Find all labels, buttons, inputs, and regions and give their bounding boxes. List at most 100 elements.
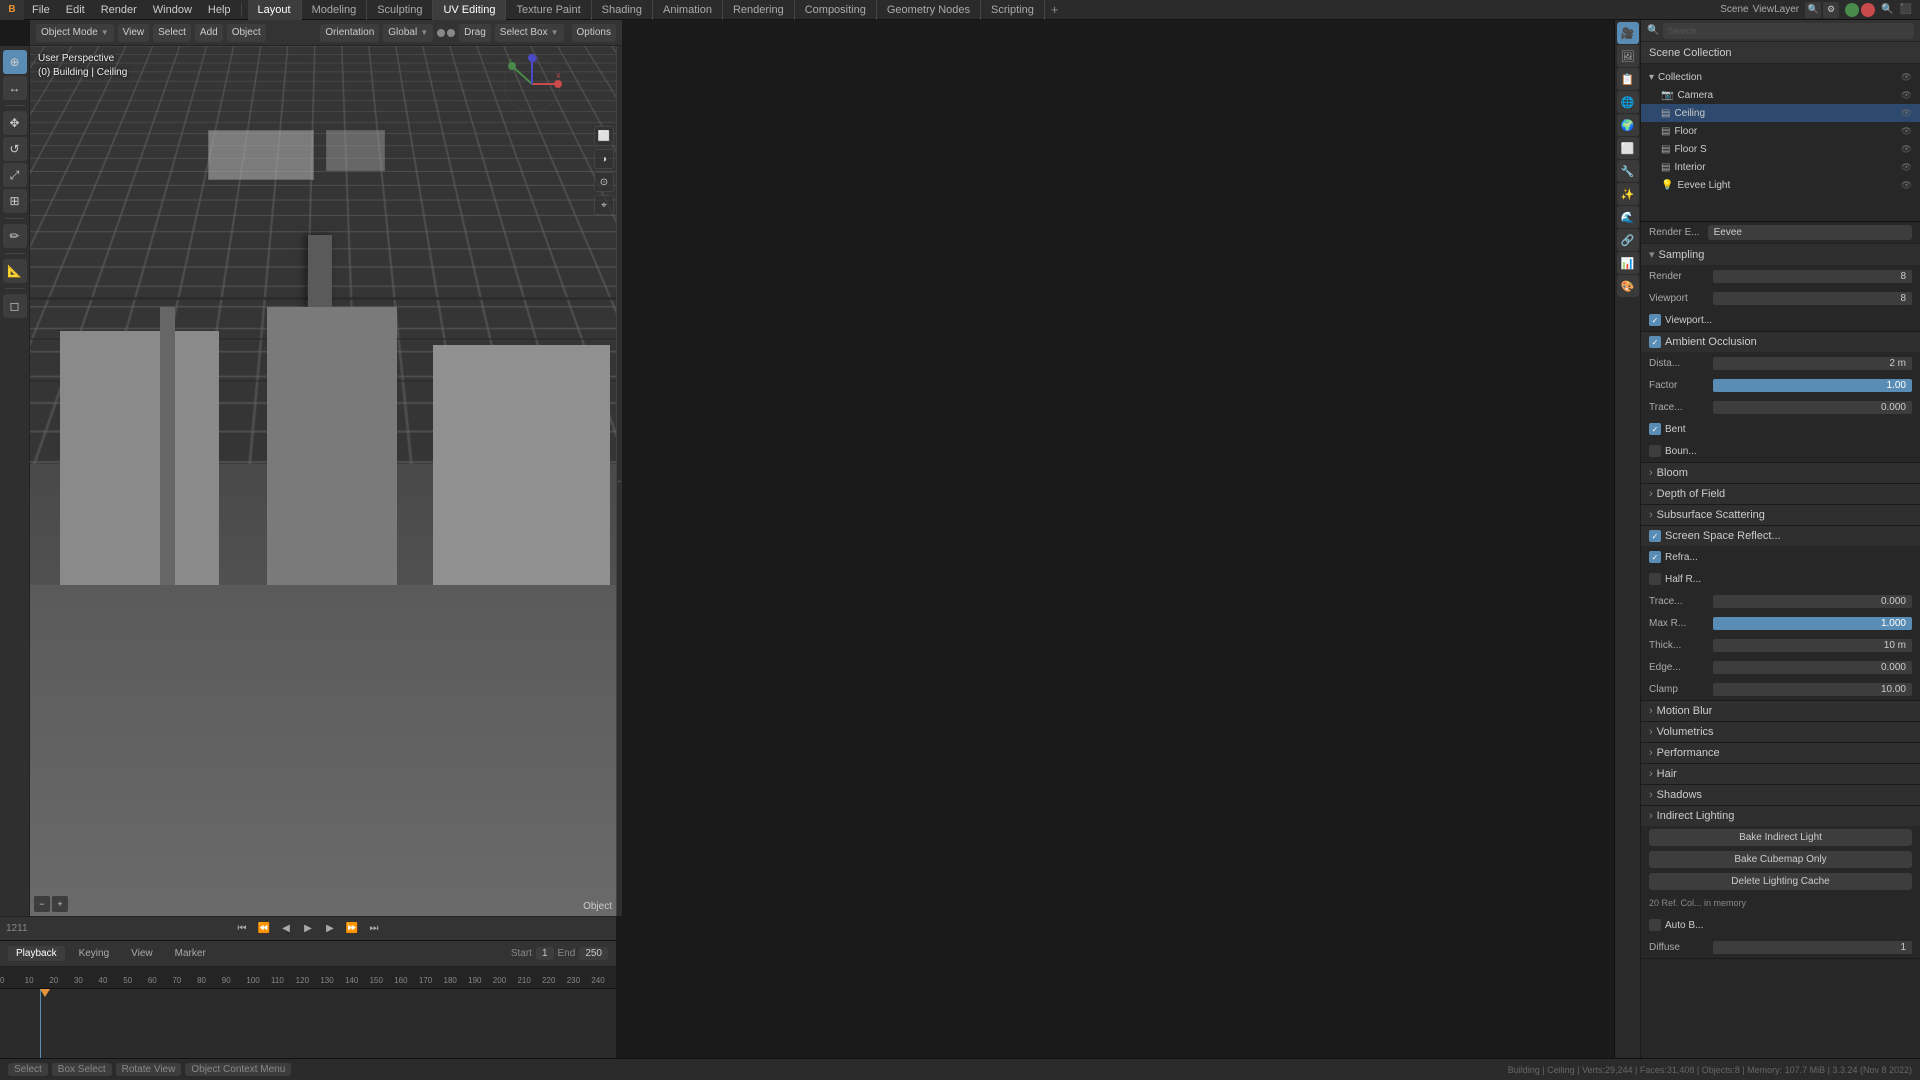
tab-animation[interactable]: Animation: [653, 0, 723, 20]
viewport-gizmo-toggle[interactable]: ⌖: [594, 195, 614, 215]
tab-rendering[interactable]: Rendering: [723, 0, 795, 20]
tool-cursor[interactable]: ⊕: [3, 50, 27, 74]
tool-annotate[interactable]: ✏: [3, 224, 27, 248]
ssr-thick-value[interactable]: 10 m: [1713, 639, 1912, 652]
timeline-tab-playback[interactable]: Playback: [8, 946, 65, 961]
properties-search[interactable]: Search: [1663, 23, 1914, 39]
outliner-item-floor[interactable]: ▤ Floor 👁: [1641, 122, 1920, 140]
menu-edit[interactable]: Edit: [58, 0, 93, 20]
bloom-header[interactable]: › Bloom: [1641, 463, 1920, 483]
status-box-select-btn[interactable]: Box Select: [52, 1063, 112, 1076]
sampling-render-value[interactable]: 8: [1713, 270, 1912, 283]
view-menu-btn[interactable]: View: [118, 24, 150, 42]
outliner-item-interior[interactable]: ▤ Interior 👁: [1641, 158, 1920, 176]
topright-btn-1[interactable]: 🔍: [1805, 2, 1821, 18]
shadows-header[interactable]: › Shadows: [1641, 785, 1920, 805]
ao-bent-checkbox[interactable]: ✓: [1649, 423, 1661, 435]
outliner-item-ceiling[interactable]: ▤ Ceiling 👁: [1641, 104, 1920, 122]
jump-to-end-btn[interactable]: ⏭: [364, 920, 384, 938]
bake-cubemap-btn[interactable]: Bake Cubemap Only: [1649, 851, 1912, 868]
ssr-refraction-checkbox[interactable]: ✓: [1649, 551, 1661, 563]
menu-file[interactable]: File: [24, 0, 58, 20]
ao-trace-value[interactable]: 0.000: [1713, 401, 1912, 414]
outliner-item-floors[interactable]: ▤ Floor S 👁: [1641, 140, 1920, 158]
end-frame-input[interactable]: 250: [579, 947, 608, 960]
outliner-vis-toggle-7[interactable]: 👁: [1901, 180, 1912, 191]
ssr-maxr-value[interactable]: 1.000: [1713, 617, 1912, 630]
step-forward-btn[interactable]: ▶: [320, 920, 340, 938]
outliner-item-collection[interactable]: ▾ Collection 👁: [1641, 68, 1920, 86]
play-btn[interactable]: ▶: [298, 920, 318, 938]
timeline-tab-keying[interactable]: Keying: [71, 946, 118, 961]
sampling-viewport-value[interactable]: 8: [1713, 292, 1912, 305]
prop-tab-modifier[interactable]: 🔧: [1617, 160, 1639, 182]
tab-uv-editing[interactable]: UV Editing: [433, 0, 506, 20]
n-panel-edge[interactable]: ‹: [616, 46, 622, 916]
tab-shading[interactable]: Shading: [592, 0, 653, 20]
tab-compositing[interactable]: Compositing: [795, 0, 877, 20]
prop-tab-material[interactable]: 🎨: [1617, 275, 1639, 297]
ao-distance-value[interactable]: 2 m: [1713, 357, 1912, 370]
viewport-shading-solid[interactable]: ⬜: [594, 126, 614, 146]
menu-window[interactable]: Window: [145, 0, 200, 20]
tool-transform[interactable]: ⊞: [3, 189, 27, 213]
object-mode-dropdown[interactable]: Object Mode ▼: [36, 24, 114, 42]
prop-tab-render[interactable]: 🎥: [1617, 22, 1639, 44]
bake-indirect-btn[interactable]: Bake Indirect Light: [1649, 829, 1912, 846]
timeline-tab-marker[interactable]: Marker: [167, 946, 214, 961]
outliner-vis-toggle-3[interactable]: 👁: [1901, 108, 1912, 119]
add-menu-btn[interactable]: Add: [195, 24, 223, 42]
tab-modeling[interactable]: Modeling: [302, 0, 368, 20]
menu-help[interactable]: Help: [200, 0, 239, 20]
prop-tab-world[interactable]: 🌍: [1617, 114, 1639, 136]
3d-viewport[interactable]: User Perspective (0) Building | Ceiling …: [30, 46, 622, 916]
tool-add[interactable]: ◻: [3, 294, 27, 318]
tab-geometry-nodes[interactable]: Geometry Nodes: [877, 0, 981, 20]
hair-header[interactable]: › Hair: [1641, 764, 1920, 784]
viewport-shading-material[interactable]: ◑: [594, 149, 614, 169]
tab-add-button[interactable]: +: [1045, 2, 1065, 17]
jump-to-start-btn[interactable]: ⏮: [232, 920, 252, 938]
step-back-btn[interactable]: ◀: [276, 920, 296, 938]
topright-btn-2[interactable]: ⚙: [1823, 2, 1839, 18]
drag-btn[interactable]: Drag: [459, 24, 491, 42]
prop-tab-data[interactable]: 📊: [1617, 252, 1639, 274]
start-frame-input[interactable]: 1: [536, 947, 554, 960]
timeline-tab-view[interactable]: View: [123, 946, 161, 961]
outliner-vis-toggle-6[interactable]: 👁: [1901, 162, 1912, 173]
status-object-context-btn[interactable]: Object Context Menu: [185, 1063, 291, 1076]
viewport-denoise-checkbox[interactable]: ✓: [1649, 314, 1661, 326]
ssr-checkbox[interactable]: ✓: [1649, 530, 1661, 542]
prop-tab-scene[interactable]: 🌐: [1617, 91, 1639, 113]
ssr-halfres-checkbox[interactable]: [1649, 573, 1661, 585]
dof-header[interactable]: › Depth of Field: [1641, 484, 1920, 504]
prop-tab-output[interactable]: 🖼: [1617, 45, 1639, 67]
motionblur-header[interactable]: › Motion Blur: [1641, 701, 1920, 721]
indirect-lighting-header[interactable]: › Indirect Lighting: [1641, 806, 1920, 826]
jump-next-keyframe-btn[interactable]: ⏩: [342, 920, 362, 938]
prop-tab-constraints[interactable]: 🔗: [1617, 229, 1639, 251]
ssr-header[interactable]: ✓ Screen Space Reflect...: [1641, 526, 1920, 546]
outliner-vis-toggle-5[interactable]: 👁: [1901, 144, 1912, 155]
ssr-trace-value[interactable]: 0.000: [1713, 595, 1912, 608]
viewport-orientation-gizmo[interactable]: X Y Z: [502, 54, 562, 114]
prop-tab-physics[interactable]: 🌊: [1617, 206, 1639, 228]
viewport-zoom-out[interactable]: −: [34, 896, 50, 912]
ao-header[interactable]: ✓ Ambient Occlusion: [1641, 332, 1920, 352]
sss-header[interactable]: › Subsurface Scattering: [1641, 505, 1920, 525]
delete-lighting-btn[interactable]: Delete Lighting Cache: [1649, 873, 1912, 890]
options-btn[interactable]: Options: [572, 24, 616, 42]
outliner-vis-toggle-2[interactable]: 👁: [1901, 90, 1912, 101]
tool-measure[interactable]: 📐: [3, 259, 27, 283]
tool-rotate[interactable]: ↺: [3, 137, 27, 161]
timeline-ruler[interactable]: 0102030405060708090100110120130140150160…: [0, 967, 616, 989]
jump-prev-keyframe-btn[interactable]: ⏪: [254, 920, 274, 938]
viewport-overlay-toggle[interactable]: ⊙: [594, 172, 614, 192]
tab-scripting[interactable]: Scripting: [981, 0, 1045, 20]
prop-tab-view-layer[interactable]: 📋: [1617, 68, 1639, 90]
orientation-dropdown[interactable]: Orientation: [320, 24, 379, 42]
tool-scale[interactable]: ⤢: [3, 163, 27, 187]
render-engine-dropdown[interactable]: Eevee: [1708, 225, 1912, 240]
search-btn[interactable]: ⬛: [1900, 4, 1912, 15]
diffuse-value[interactable]: 1: [1713, 941, 1912, 954]
